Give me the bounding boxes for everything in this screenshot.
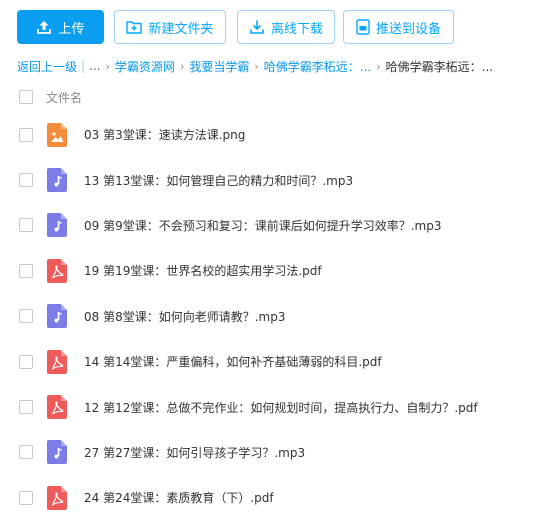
- breadcrumb-separator: ›: [179, 59, 185, 73]
- toolbar: 上传 新建文件夹 离线下载 推送到设备: [17, 10, 551, 44]
- device-icon: [356, 19, 370, 35]
- breadcrumb-divider: |: [81, 59, 86, 73]
- file-row[interactable]: 19 第19堂课：世界名校的超实用学习法.pdf: [17, 248, 551, 293]
- file-row[interactable]: 27 第27堂课：如何引导孩子学习？.mp3: [17, 430, 551, 475]
- breadcrumb-item-3[interactable]: 哈佛学霸李柘远：...: [264, 58, 371, 74]
- pdf-file-icon: [47, 485, 67, 510]
- upload-label: 上传: [58, 21, 85, 37]
- upload-icon: [37, 21, 52, 34]
- filename-column-header[interactable]: 文件名: [46, 89, 82, 106]
- pdf-file-icon: [47, 349, 67, 374]
- file-name[interactable]: 19 第19堂课：世界名校的超实用学习法.pdf: [84, 262, 322, 279]
- file-row[interactable]: 08 第8堂课：如何向老师请教？.mp3: [17, 294, 551, 339]
- pdf-file-icon: [47, 258, 67, 283]
- file-checkbox[interactable]: [19, 218, 33, 233]
- file-checkbox[interactable]: [19, 354, 33, 369]
- breadcrumb-separator: ›: [376, 59, 381, 73]
- file-name[interactable]: 24 第24堂课：素质教育（下）.pdf: [84, 489, 274, 506]
- file-checkbox[interactable]: [19, 400, 33, 415]
- file-checkbox[interactable]: [19, 127, 33, 142]
- back-link[interactable]: 返回上一级: [17, 58, 77, 74]
- file-checkbox[interactable]: [19, 490, 33, 505]
- breadcrumb-separator: ›: [254, 59, 259, 73]
- file-name[interactable]: 12 第12堂课：总做不完作业：如何规划时间，提高执行力、自制力？.pdf: [84, 399, 478, 416]
- file-name[interactable]: 08 第8堂课：如何向老师请教？.mp3: [84, 308, 285, 325]
- upload-button[interactable]: 上传: [17, 10, 104, 44]
- audio-file-icon: [47, 304, 67, 329]
- file-row[interactable]: 24 第24堂课：素质教育（下）.pdf: [17, 475, 551, 520]
- list-header: 文件名: [17, 87, 551, 107]
- download-icon: [250, 20, 264, 34]
- breadcrumb-item-2[interactable]: 我要当学霸: [189, 58, 249, 74]
- file-name[interactable]: 27 第27堂课：如何引导孩子学习？.mp3: [84, 444, 305, 461]
- file-row[interactable]: 13 第13堂课：如何管理自己的精力和时间？.mp3: [17, 157, 551, 202]
- file-checkbox[interactable]: [19, 173, 33, 188]
- breadcrumb-ellipsis[interactable]: ...: [89, 59, 100, 73]
- breadcrumb: 返回上一级 | ... › 学霸资源网 › 我要当学霸 › 哈佛学霸李柘远：..…: [17, 58, 551, 74]
- file-row[interactable]: 12 第12堂课：总做不完作业：如何规划时间，提高执行力、自制力？.pdf: [17, 384, 551, 429]
- push-to-device-button[interactable]: 推送到设备: [343, 10, 454, 44]
- offline-download-button[interactable]: 离线下载: [237, 10, 335, 44]
- select-all-checkbox[interactable]: [19, 90, 33, 104]
- audio-file-icon: [47, 168, 67, 193]
- pdf-file-icon: [47, 395, 67, 420]
- audio-file-icon: [47, 440, 67, 465]
- new-folder-label: 新建文件夹: [148, 21, 214, 37]
- file-list: 03 第3堂课：速读方法课.png 13 第13堂课：如何管理自己的精力和时间？.…: [17, 112, 551, 521]
- file-name[interactable]: 03 第3堂课：速读方法课.png: [84, 126, 245, 143]
- file-name[interactable]: 09 第9堂课：不会预习和复习：课前课后如何提升学习效率？.mp3: [84, 217, 441, 234]
- file-row[interactable]: 03 第3堂课：速读方法课.png: [17, 112, 551, 157]
- file-name[interactable]: 13 第13堂课：如何管理自己的精力和时间？.mp3: [84, 172, 353, 189]
- push-to-device-label: 推送到设备: [375, 21, 441, 37]
- folder-add-icon: [126, 21, 143, 34]
- file-row[interactable]: 09 第9堂课：不会预习和复习：课前课后如何提升学习效率？.mp3: [17, 203, 551, 248]
- file-checkbox[interactable]: [19, 445, 33, 460]
- file-row[interactable]: 14 第14堂课：严重偏科，如何补齐基础薄弱的科目.pdf: [17, 339, 551, 384]
- breadcrumb-item-1[interactable]: 学霸资源网: [115, 58, 175, 74]
- breadcrumb-current: 哈佛学霸李柘远：...: [385, 59, 494, 74]
- audio-file-icon: [47, 213, 67, 238]
- file-checkbox[interactable]: [19, 309, 33, 324]
- file-name[interactable]: 14 第14堂课：严重偏科，如何补齐基础薄弱的科目.pdf: [84, 353, 382, 370]
- breadcrumb-separator: ›: [105, 59, 110, 73]
- image-file-icon: [47, 122, 67, 147]
- new-folder-button[interactable]: 新建文件夹: [114, 10, 226, 44]
- offline-download-label: 离线下载: [270, 21, 323, 37]
- file-checkbox[interactable]: [19, 263, 33, 278]
